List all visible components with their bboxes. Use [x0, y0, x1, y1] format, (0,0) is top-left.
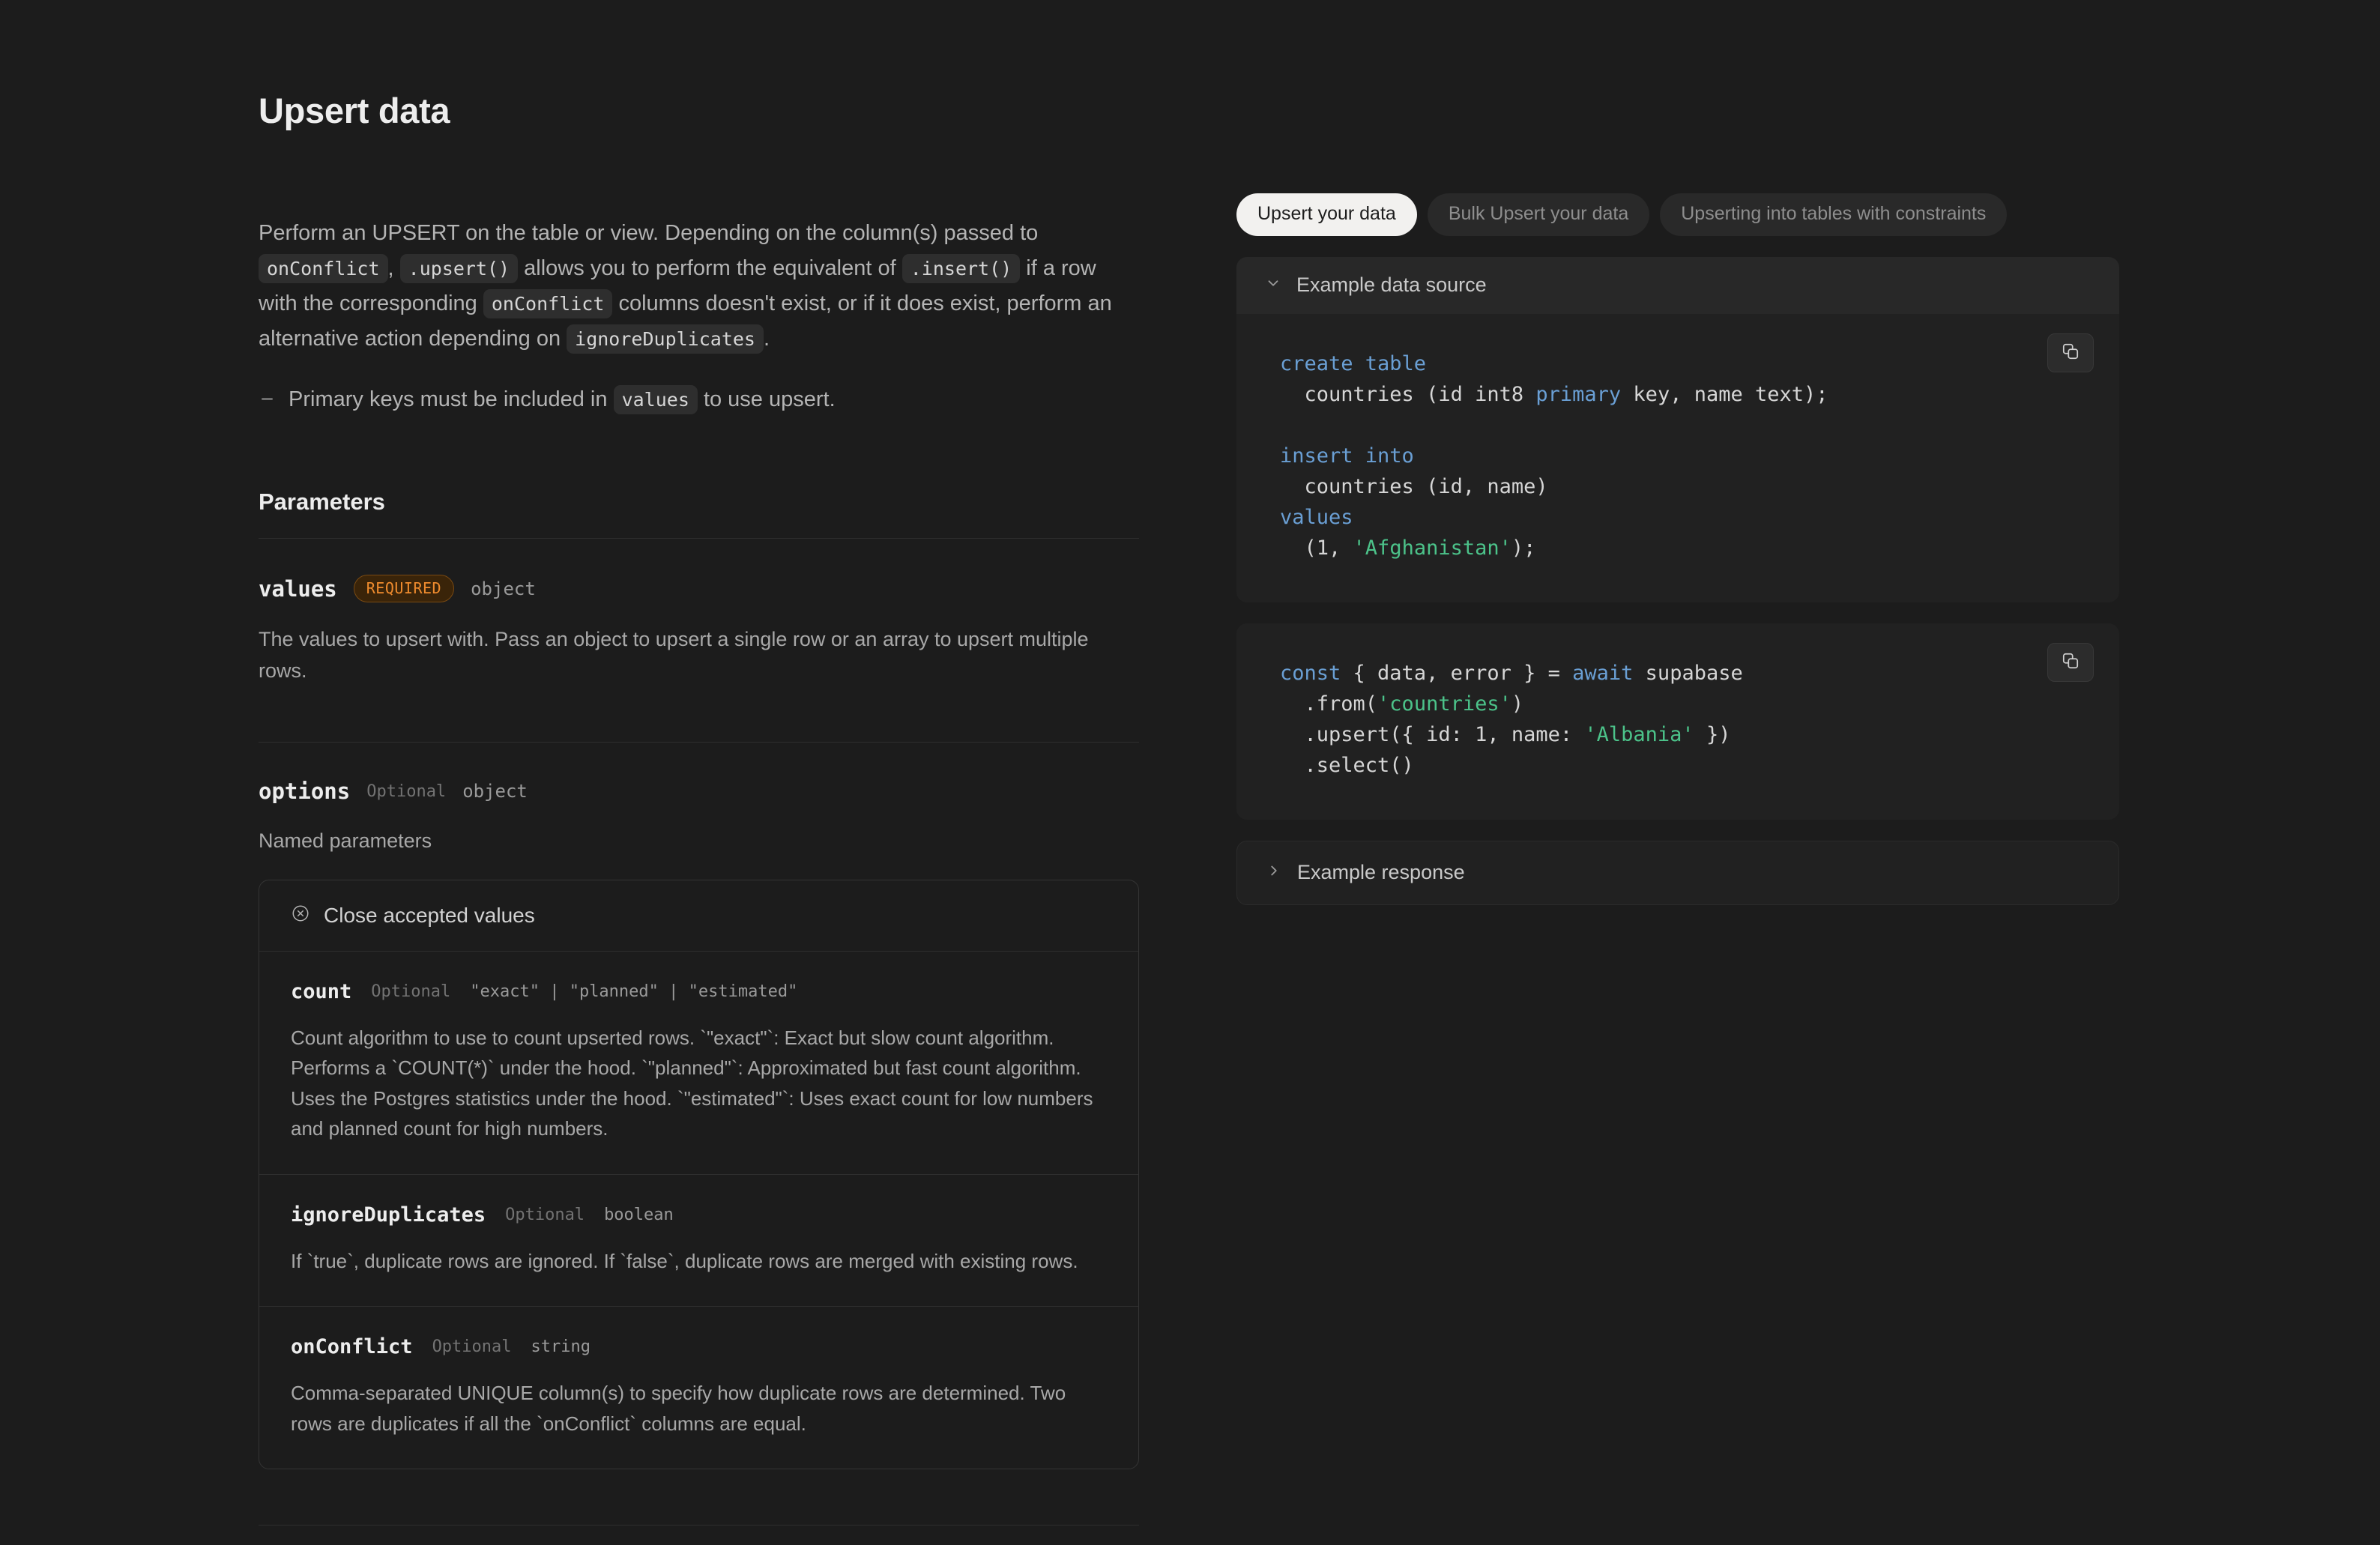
intro-text-2: ,	[388, 256, 394, 280]
examples-column: Upsert your data Bulk Upsert your data U…	[1236, 193, 2119, 905]
page-title: Upsert data	[259, 90, 1139, 132]
parameter-description: The values to upsert with. Pass an objec…	[259, 623, 1132, 686]
parameter-header: count Optional "exact" | "planned" | "es…	[291, 980, 1107, 1003]
example-response-label: Example response	[1297, 861, 1465, 884]
accepted-value-row-ignoreduplicates: ignoreDuplicates Optional boolean If `tr…	[259, 1175, 1138, 1307]
parameter-description: Count algorithm to use to count upserted…	[291, 1023, 1104, 1144]
parameter-header: onConflict Optional string	[291, 1335, 1107, 1358]
intro-paragraph: Perform an UPSERT on the table or view. …	[259, 216, 1128, 357]
intro-text-3: allows you to perform the equivalent of	[524, 256, 896, 280]
divider	[259, 1525, 1139, 1526]
parameter-type: object	[462, 781, 528, 802]
example-snippet-code: const { data, error } = await supabase .…	[1236, 623, 2119, 820]
code-block-sql: create table countries (id int8 primary …	[1280, 348, 2089, 563]
intro-text-6: .	[764, 327, 770, 351]
tab-bulk-upsert-your-data[interactable]: Bulk Upsert your data	[1428, 193, 1649, 236]
parameter-accepted-values: string	[531, 1337, 591, 1356]
inline-code-values: values	[614, 385, 698, 414]
example-data-source-code: create table countries (id int8 primary …	[1236, 314, 2119, 602]
inline-code-ignoreduplicates: ignoreDuplicates	[567, 324, 764, 354]
parameter-optional-label: Optional	[432, 1337, 512, 1356]
inline-code-upsert: .upsert()	[400, 254, 518, 283]
note-text-after: to use upsert.	[704, 387, 836, 411]
parameter-optional-label: Optional	[366, 782, 446, 801]
parameter-optional-label: Optional	[371, 982, 450, 1001]
parameter-type: object	[471, 578, 536, 599]
example-data-source-toggle[interactable]: Example data source	[1236, 257, 2119, 314]
note-text-before: Primary keys must be included in	[289, 387, 608, 411]
tab-upsert-your-data[interactable]: Upsert your data	[1236, 193, 1417, 236]
accepted-value-row-count: count Optional "exact" | "planned" | "es…	[259, 952, 1138, 1175]
parameter-description: Comma-separated UNIQUE column(s) to spec…	[291, 1378, 1104, 1439]
accepted-values-toggle-label: Close accepted values	[324, 904, 535, 928]
parameter-accepted-values: "exact" | "planned" | "estimated"	[470, 982, 797, 1001]
accepted-values-toggle[interactable]: Close accepted values	[259, 880, 1138, 952]
parameter-description: If `true`, duplicate rows are ignored. I…	[291, 1246, 1104, 1277]
accepted-value-row-onconflict: onConflict Optional string Comma-separat…	[259, 1307, 1138, 1469]
example-snippet-card: const { data, error } = await supabase .…	[1236, 623, 2119, 820]
list-item: Primary keys must be included in values …	[259, 382, 1139, 417]
parameter-header: ignoreDuplicates Optional boolean	[291, 1203, 1107, 1227]
parameter-name: values	[259, 576, 337, 602]
parameter-name: options	[259, 778, 350, 804]
tab-upserting-into-tables-with-constraints[interactable]: Upserting into tables with constraints	[1660, 193, 2007, 236]
copy-button-snippet[interactable]	[2047, 643, 2094, 682]
parameter-header: values REQUIRED object	[259, 575, 1139, 602]
parameter-name: ignoreDuplicates	[291, 1203, 486, 1227]
parameter-description: Named parameters	[259, 825, 1132, 856]
notes-list: Primary keys must be included in values …	[259, 382, 1139, 417]
copy-icon	[2061, 651, 2080, 674]
inline-code-onconflict-1: onConflict	[259, 254, 388, 283]
copy-icon	[2061, 342, 2080, 365]
parameters-heading: Parameters	[259, 489, 1139, 515]
documentation-page: Upsert data Perform an UPSERT on the tab…	[0, 0, 2380, 1545]
example-data-source-label: Example data source	[1296, 273, 1487, 297]
parameter-name: onConflict	[291, 1335, 413, 1358]
chevron-right-icon	[1266, 862, 1282, 883]
accepted-values-box: Close accepted values count Optional "ex…	[259, 880, 1139, 1470]
parameter-optional-label: Optional	[505, 1206, 585, 1224]
example-data-source-card: Example data source create table countri…	[1236, 257, 2119, 602]
example-tabs: Upsert your data Bulk Upsert your data U…	[1236, 193, 2119, 236]
example-response-toggle[interactable]: Example response	[1236, 841, 2119, 905]
reference-content-column: Upsert data Perform an UPSERT on the tab…	[259, 90, 1139, 1526]
parameter-name: count	[291, 980, 351, 1003]
parameter-values: values REQUIRED object The values to ups…	[259, 539, 1139, 719]
circle-x-icon	[291, 904, 310, 927]
parameter-header: options Optional object	[259, 778, 1139, 804]
intro-text-1: Perform an UPSERT on the table or view. …	[259, 221, 1038, 245]
parameter-accepted-values: boolean	[604, 1206, 674, 1224]
inline-code-onconflict-2: onConflict	[483, 289, 613, 318]
inline-code-insert: .insert()	[902, 254, 1020, 283]
copy-button-data-source[interactable]	[2047, 333, 2094, 372]
parameter-options: options Optional object Named parameters…	[259, 743, 1139, 1502]
status-badge: REQUIRED	[354, 575, 454, 602]
code-block-js: const { data, error } = await supabase .…	[1280, 658, 2089, 781]
chevron-down-icon	[1265, 275, 1281, 295]
